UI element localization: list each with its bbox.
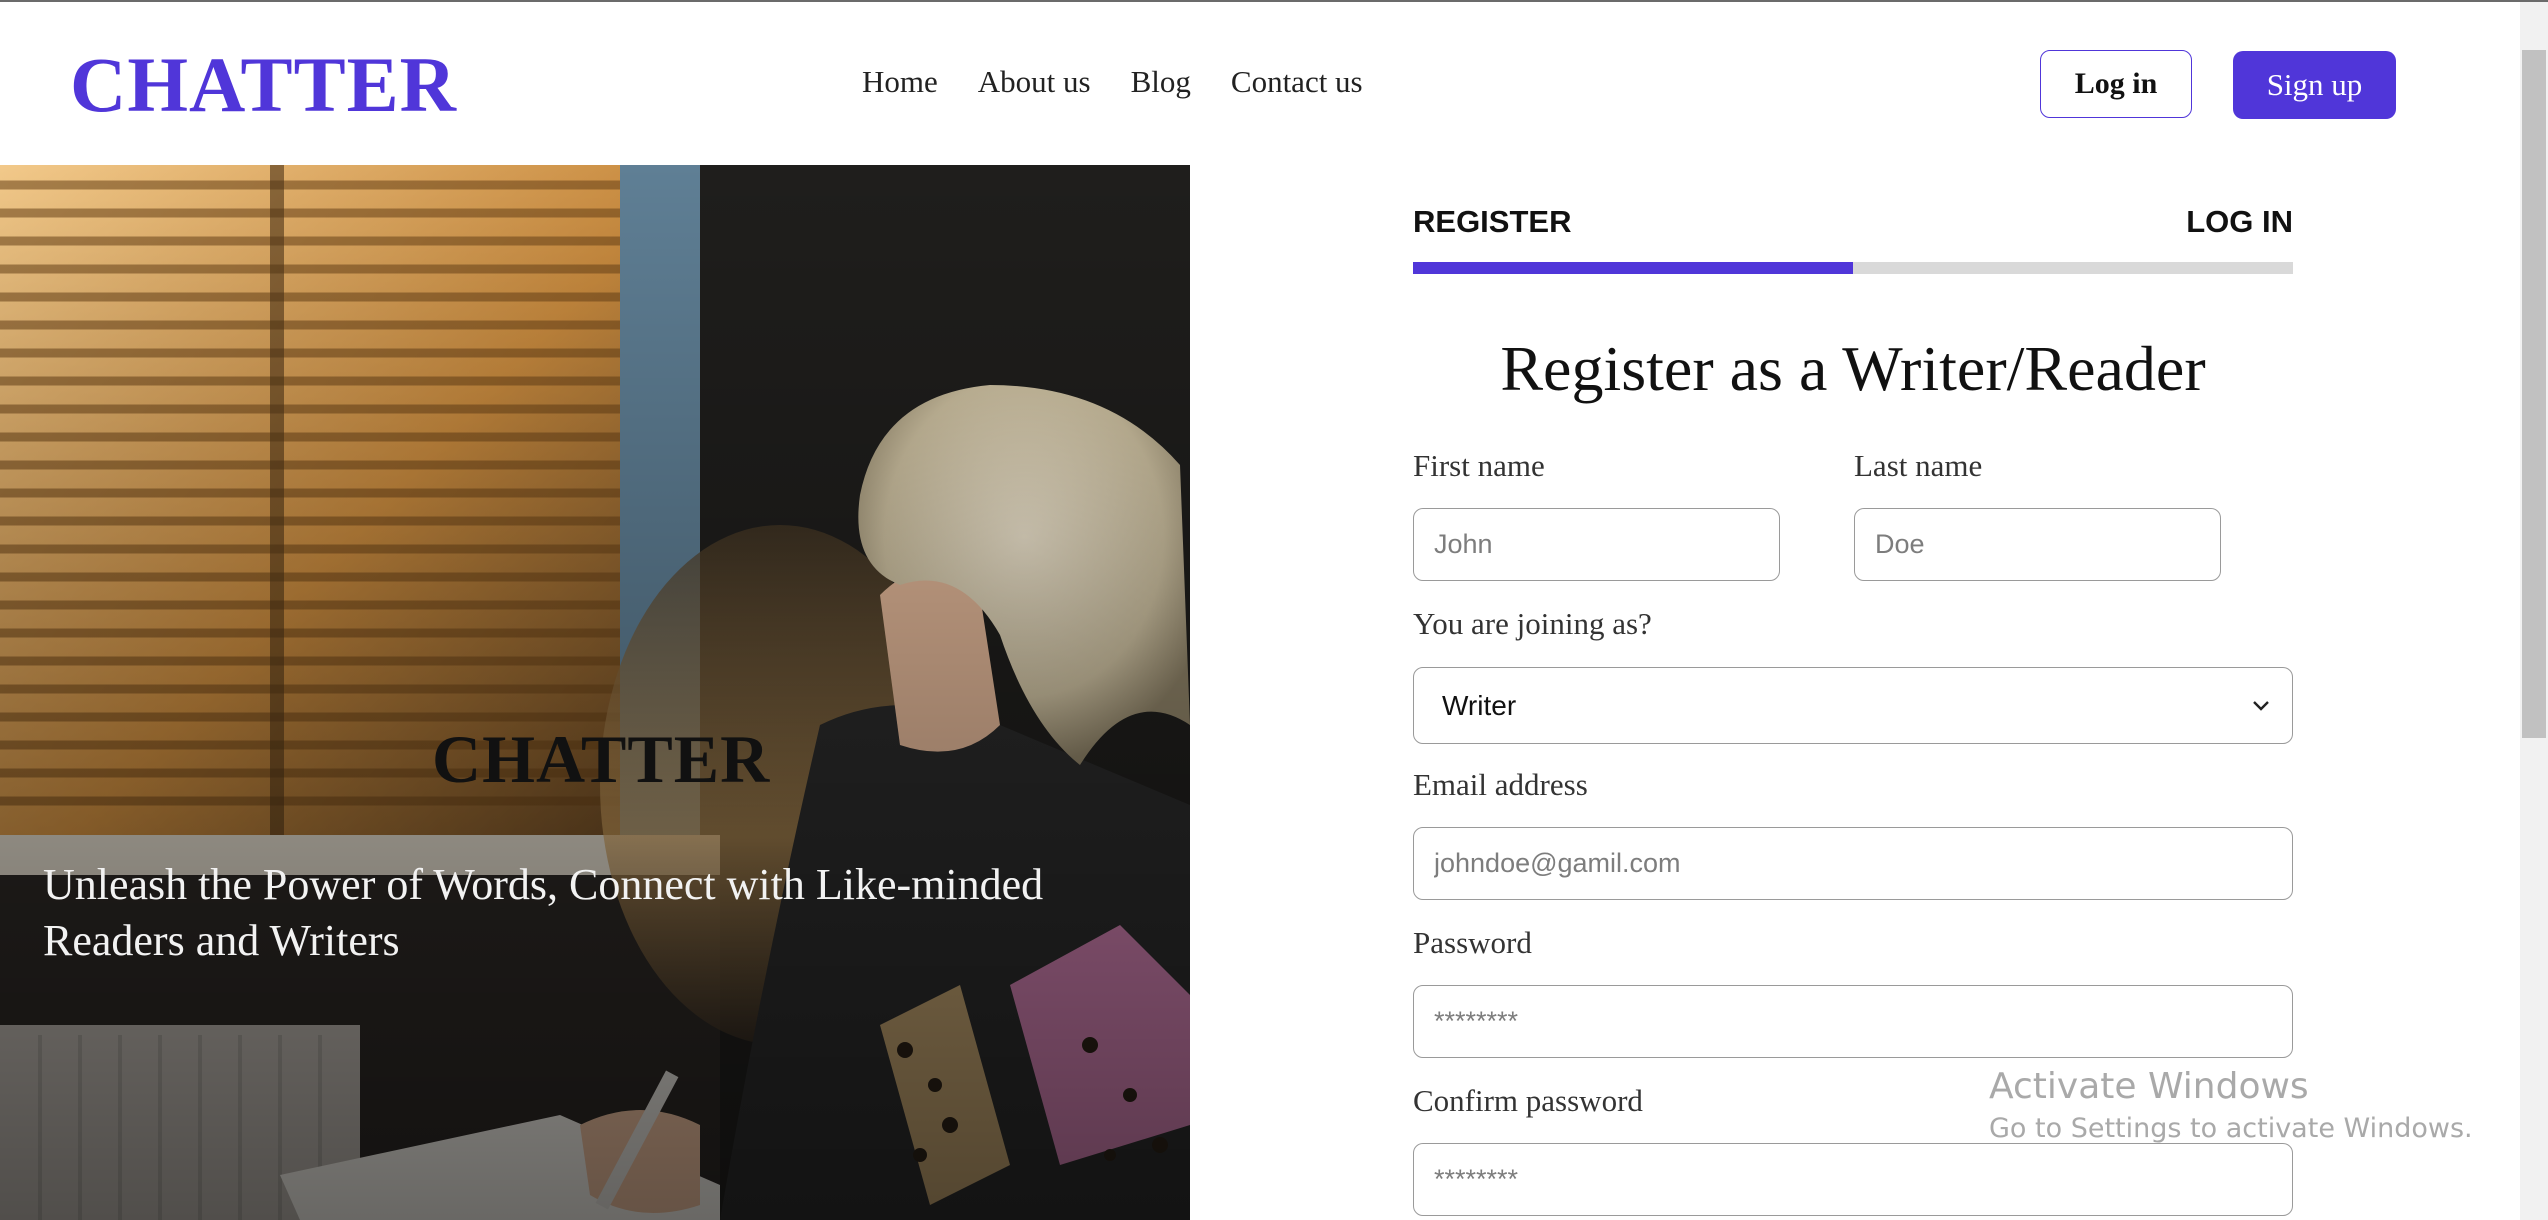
role-select[interactable]: Writer <box>1413 667 2293 744</box>
role-selected-value: Writer <box>1442 689 1517 721</box>
last-name-label: Last name <box>1854 448 1983 483</box>
nav-home-link[interactable]: Home <box>862 64 938 100</box>
last-name-input[interactable] <box>1854 508 2221 581</box>
hero-tagline: Unleash the Power of Words, Connect with… <box>43 860 1044 965</box>
tab-login[interactable]: LOG IN <box>2186 204 2293 240</box>
hero-photo <box>0 165 1190 1220</box>
header-login-button[interactable]: Log in <box>2040 50 2192 118</box>
first-name-label: First name <box>1413 448 1545 483</box>
brand-logo[interactable]: CHATTER <box>70 40 457 130</box>
password-input[interactable] <box>1413 985 2293 1058</box>
tab-register[interactable]: REGISTER <box>1413 204 1571 240</box>
email-input[interactable] <box>1413 827 2293 900</box>
hero-image-panel: CHATTER Unleash the Power of Words, Conn… <box>0 165 1190 1220</box>
tab-progress-track <box>1413 262 2293 274</box>
role-label: You are joining as? <box>1413 606 1652 641</box>
chevron-down-icon <box>2253 701 2269 711</box>
nav-contact-link[interactable]: Contact us <box>1231 64 1363 100</box>
windows-activation-watermark: Activate Windows Go to Settings to activ… <box>1989 1066 2473 1144</box>
confirm-password-label: Confirm password <box>1413 1083 1643 1118</box>
navbar: CHATTER Home About us Blog Contact us Lo… <box>0 2 2520 165</box>
confirm-password-input[interactable] <box>1413 1143 2293 1216</box>
page-scrollbar[interactable] <box>2520 2 2548 1220</box>
nav-blog-link[interactable]: Blog <box>1131 64 1191 100</box>
watermark-line-1: Activate Windows <box>1989 1066 2309 1107</box>
auth-tabs: REGISTER LOG IN <box>1413 200 2293 275</box>
first-name-input[interactable] <box>1413 508 1780 581</box>
nav-about-link[interactable]: About us <box>978 64 1091 100</box>
password-label: Password <box>1413 925 1532 960</box>
email-label: Email address <box>1413 767 1588 802</box>
form-title: Register as a Writer/Reader <box>1500 333 2206 404</box>
main-nav: Home About us Blog Contact us <box>862 64 1363 100</box>
watermark-line-2: Go to Settings to activate Windows. <box>1989 1113 2473 1144</box>
scrollbar-thumb[interactable] <box>2522 50 2546 738</box>
header-signup-button[interactable]: Sign up <box>2233 51 2396 119</box>
hero-brand-title: CHATTER <box>432 721 771 797</box>
tab-progress-fill <box>1413 262 1853 274</box>
